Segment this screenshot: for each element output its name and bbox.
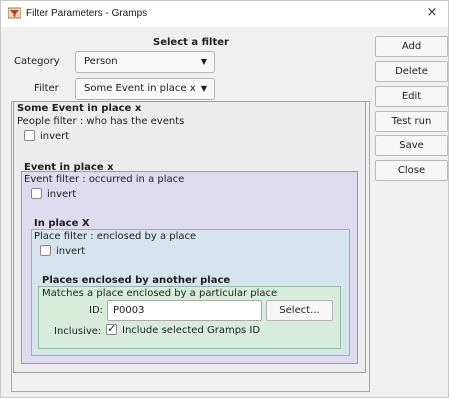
select-place-button[interactable]: Select...: [266, 300, 333, 321]
invert-root-label: invert: [40, 131, 70, 142]
rule-desc-root: People filter : who has the events: [17, 116, 185, 127]
invert-place-row[interactable]: invert: [40, 245, 85, 257]
chevron-down-icon: ▼: [200, 57, 207, 66]
invert-event-checkbox[interactable]: [31, 188, 42, 199]
inclusive-row[interactable]: Include selected Gramps ID: [106, 322, 261, 336]
invert-place-checkbox[interactable]: [40, 245, 51, 256]
category-combo[interactable]: Person ▼: [75, 51, 215, 73]
add-button[interactable]: Add: [375, 36, 448, 57]
rule-title-root: Some Event in place x: [17, 103, 142, 114]
inclusive-label: Inclusive:: [54, 326, 102, 337]
gramps-filter-icon: [8, 7, 21, 19]
invert-root-row[interactable]: invert: [24, 130, 69, 142]
chevron-down-icon: ▼: [200, 84, 207, 93]
test-run-button[interactable]: Test run: [375, 111, 448, 132]
rule-desc-event: Event filter : occurred in a place: [24, 174, 185, 185]
rule-desc-enclosed: Matches a place enclosed by a particular…: [42, 288, 278, 299]
title-bar: Filter Parameters - Gramps ×: [1, 1, 448, 27]
place-id-input[interactable]: P0003: [107, 300, 262, 321]
filter-parameters-window: Filter Parameters - Gramps × Select a fi…: [0, 0, 449, 398]
invert-event-row[interactable]: invert: [31, 188, 76, 200]
select-filter-heading: Select a filter: [153, 37, 229, 48]
invert-place-label: invert: [56, 246, 86, 257]
inclusive-text: Include selected Gramps ID: [122, 325, 261, 336]
inclusive-checkbox[interactable]: [106, 322, 117, 335]
invert-root-checkbox[interactable]: [24, 130, 35, 141]
window-title: Filter Parameters - Gramps: [26, 8, 148, 19]
close-icon[interactable]: ×: [423, 4, 441, 22]
category-value: Person: [84, 56, 118, 67]
category-label: Category: [14, 56, 60, 67]
filter-value: Some Event in place x: [84, 83, 196, 94]
id-label: ID:: [89, 305, 104, 316]
invert-event-label: invert: [47, 189, 77, 200]
rule-desc-place: Place filter : enclosed by a place: [34, 231, 197, 242]
filter-label: Filter: [34, 83, 59, 94]
save-button[interactable]: Save: [375, 135, 448, 156]
edit-button[interactable]: Edit: [375, 86, 448, 107]
close-button[interactable]: Close: [375, 160, 448, 181]
rule-title-enclosed: Places enclosed by another place: [42, 275, 231, 286]
filter-combo[interactable]: Some Event in place x ▼: [75, 78, 215, 100]
rule-title-event: Event in place x: [24, 162, 114, 173]
rule-title-place: In place X: [34, 218, 90, 229]
delete-button[interactable]: Delete: [375, 61, 448, 82]
